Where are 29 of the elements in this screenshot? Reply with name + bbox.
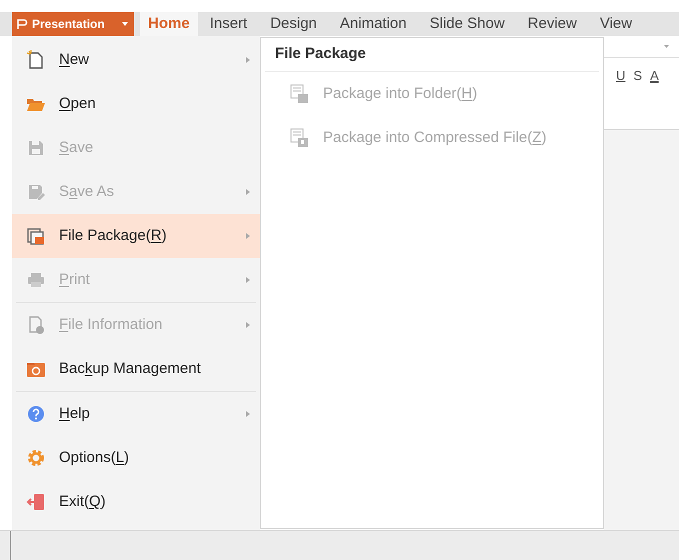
app-menu-button[interactable]: Presentation	[12, 12, 134, 36]
menu-item[interactable]: Open	[12, 82, 260, 126]
ribbon-tab[interactable]: Animation	[336, 12, 411, 36]
caret-icon	[664, 45, 669, 48]
menu-item[interactable]: Backup Management	[12, 347, 260, 391]
package-icon	[26, 226, 46, 246]
caret-icon	[122, 22, 128, 26]
menu-item[interactable]: Options(L)	[12, 436, 260, 480]
menu-item[interactable]: New	[12, 38, 260, 82]
underline-tool[interactable]: U	[616, 66, 626, 86]
submenu-title: File Package	[265, 38, 599, 72]
gear-icon	[26, 448, 46, 468]
document-zip-icon	[289, 128, 309, 148]
ribbon-tab[interactable]: View	[596, 12, 636, 36]
exit-icon	[26, 492, 46, 512]
ribbon-tab[interactable]: Slide Show	[426, 12, 509, 36]
font-color-tool[interactable]: A	[650, 66, 659, 86]
ribbon-tab[interactable]: Design	[266, 12, 321, 36]
document-folder-icon	[289, 84, 309, 104]
menu-item[interactable]: Help	[12, 392, 260, 436]
strikethrough-tool[interactable]: S	[633, 66, 642, 86]
menu-item[interactable]: File Package(R)	[12, 214, 260, 258]
help-icon	[26, 404, 46, 424]
ribbon-tab[interactable]: Insert	[206, 12, 252, 36]
printer-icon	[26, 270, 46, 290]
floppy-pen-icon	[26, 182, 46, 202]
menu-item[interactable]: Exit(Q)	[12, 480, 260, 524]
ribbon-tab[interactable]: Review	[524, 12, 581, 36]
logo-icon	[16, 18, 28, 30]
